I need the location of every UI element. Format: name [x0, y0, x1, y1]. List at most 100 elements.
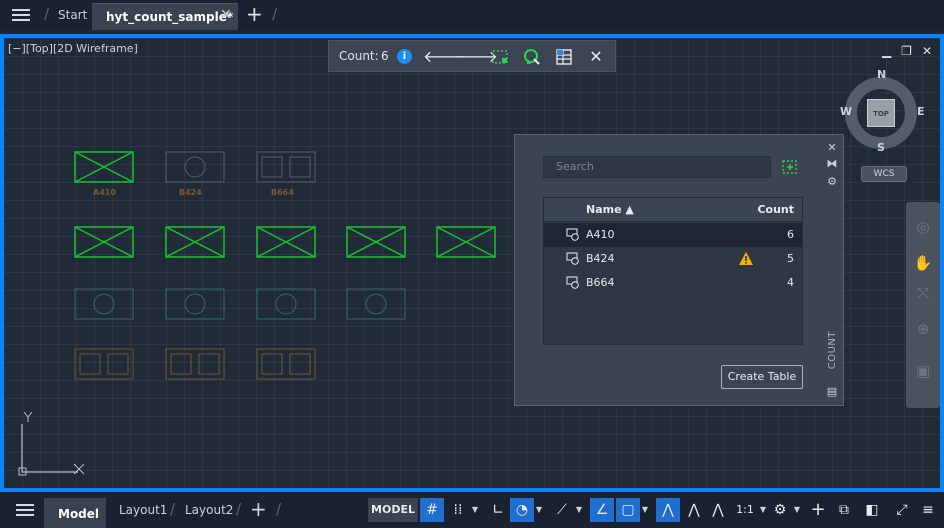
chevron-down-icon[interactable]: ▼	[758, 498, 768, 522]
block-b664[interactable]	[165, 348, 225, 380]
object-snap-icon[interactable]: ▢	[616, 498, 640, 522]
units-icon[interactable]: ⧉	[832, 498, 856, 522]
compass-south[interactable]: S	[877, 141, 885, 154]
properties-gear-icon[interactable]: ⚙	[825, 175, 839, 188]
pan-hand-icon[interactable]: ✋	[913, 254, 933, 274]
new-tab-icon[interactable]: +	[246, 2, 263, 26]
block-b424[interactable]	[165, 288, 225, 320]
table-row[interactable]: A410 6	[544, 223, 802, 247]
previous-arrow-icon[interactable]: 🡐	[423, 46, 466, 68]
auto-hide-icon[interactable]: ⧓	[825, 157, 839, 170]
new-layout-icon[interactable]: +	[250, 497, 267, 521]
drawing-viewport[interactable]: [−][Top][2D Wireframe] ▁ ❐ ✕ Count: 6 i …	[0, 34, 944, 492]
row-count: 4	[787, 276, 794, 289]
app-menu-icon[interactable]	[12, 6, 34, 24]
compass-north[interactable]: N	[877, 68, 886, 81]
tab-layout1[interactable]: Layout1	[119, 503, 167, 517]
zoom-selection-icon[interactable]	[489, 46, 511, 68]
minimize-icon[interactable]: ▁	[882, 44, 891, 58]
object-snap-tracking-icon[interactable]: ∠	[590, 498, 614, 522]
annotation-monitor-icon[interactable]: +	[806, 498, 830, 522]
block-a410[interactable]	[256, 226, 316, 258]
warning-icon[interactable]	[738, 251, 754, 266]
chevron-down-icon[interactable]: ▼	[792, 498, 802, 522]
close-viewport-icon[interactable]: ✕	[922, 44, 932, 58]
workspace-gear-icon[interactable]: ⚙	[768, 498, 792, 522]
auto-scale-icon[interactable]: ⋀	[682, 498, 706, 522]
palette-title: COUNT	[827, 331, 838, 370]
block-a410[interactable]	[74, 151, 134, 183]
layout-menu-icon[interactable]	[16, 501, 34, 519]
scale-value[interactable]: 1:1	[730, 498, 760, 522]
count-palette-body: Search Name ▲ Count A410 6 B424 5 B664 4…	[519, 139, 819, 401]
row-name: B664	[586, 276, 615, 289]
tab-start[interactable]: Start	[58, 8, 87, 22]
find-block-icon[interactable]	[521, 46, 543, 68]
chevron-down-icon[interactable]: ▼	[574, 498, 584, 522]
viewcube-top-face[interactable]: TOP	[867, 99, 895, 127]
tab-divider: /	[44, 5, 50, 23]
block-b424[interactable]	[165, 151, 225, 183]
block-a410[interactable]	[165, 226, 225, 258]
chevron-down-icon[interactable]: ▼	[640, 498, 650, 522]
close-palette-icon[interactable]: ✕	[825, 141, 839, 154]
close-count-toolbar-icon[interactable]: ✕	[585, 46, 607, 68]
tab-drawing[interactable]: hyt_count_sample* ✕	[92, 3, 238, 30]
column-count-header[interactable]: Count	[757, 203, 794, 216]
block-icon	[566, 276, 579, 289]
block-a410[interactable]	[436, 226, 496, 258]
info-icon[interactable]: i	[397, 49, 412, 64]
compass-west[interactable]: W	[840, 105, 852, 118]
block-b664[interactable]	[256, 151, 316, 183]
palette-icon: ▤	[826, 385, 838, 398]
chevron-down-icon[interactable]: ▼	[470, 498, 480, 522]
block-icon	[566, 252, 579, 265]
wcs-menu[interactable]: WCS	[861, 166, 907, 182]
restore-icon[interactable]: ❐	[901, 44, 912, 58]
search-input[interactable]: Search	[543, 156, 771, 178]
column-name-header[interactable]: Name ▲	[586, 203, 634, 216]
quick-properties-icon[interactable]: ◧	[860, 498, 884, 522]
tab-model-label: Model	[58, 507, 100, 521]
customization-menu-icon[interactable]: ≡	[916, 498, 940, 522]
orbit-icon[interactable]: ⊕	[913, 320, 933, 340]
steering-wheel-icon[interactable]: ◎	[913, 218, 933, 238]
ortho-icon[interactable]: ∟	[486, 498, 510, 522]
showmotion-icon[interactable]: ▣	[913, 362, 933, 382]
grid-icon[interactable]: #	[420, 498, 444, 522]
status-tools: MODEL # ⁞⁞ ▼ ∟ ◔ ▼ ⟋ ▼ ∠ ▢ ▼ ⋀ ⋀ ⋀ 1:1 ▼…	[368, 498, 944, 524]
table-row[interactable]: B664 4	[544, 271, 802, 295]
chevron-down-icon[interactable]: ▼	[534, 498, 544, 522]
create-table-button[interactable]: Create Table	[721, 365, 803, 389]
table-row[interactable]: B424 5	[544, 247, 802, 271]
tab-divider: /	[272, 5, 278, 23]
viewport-controls-label[interactable]: [−][Top][2D Wireframe]	[8, 42, 138, 55]
block-b424[interactable]	[256, 288, 316, 320]
select-objects-icon[interactable]	[781, 158, 799, 176]
insert-table-icon[interactable]	[553, 46, 575, 68]
block-a410[interactable]	[346, 226, 406, 258]
tab-layout2[interactable]: Layout2	[185, 503, 233, 517]
block-b424[interactable]	[346, 288, 406, 320]
viewcube[interactable]: TOP N S E W	[836, 68, 926, 158]
model-space-button[interactable]: MODEL	[368, 498, 418, 522]
zoom-extents-icon[interactable]: ⤧	[913, 284, 933, 304]
annotation-scale-icon[interactable]: ⋀	[706, 498, 730, 522]
count-toolbar: Count: 6 i 🡐 🡒 ✕	[328, 40, 616, 72]
tab-model[interactable]: Model	[44, 498, 106, 528]
block-b664[interactable]	[74, 348, 134, 380]
annotation-visibility-icon[interactable]: ⋀	[656, 498, 680, 522]
block-a410[interactable]	[74, 226, 134, 258]
fullscreen-icon[interactable]: ⤢	[890, 498, 914, 522]
row-count: 5	[787, 252, 794, 265]
count-palette: Search Name ▲ Count A410 6 B424 5 B664 4…	[514, 134, 844, 406]
next-arrow-icon[interactable]: 🡒	[455, 46, 498, 68]
block-b664[interactable]	[256, 348, 316, 380]
block-b424[interactable]	[74, 288, 134, 320]
polar-tracking-icon[interactable]: ◔	[510, 498, 534, 522]
isodraft-icon[interactable]: ⟋	[550, 498, 574, 522]
compass-east[interactable]: E	[917, 105, 925, 118]
snap-icon[interactable]: ⁞⁞	[446, 498, 470, 522]
row-count: 6	[787, 228, 794, 241]
close-tab-icon[interactable]: ✕	[220, 7, 232, 23]
